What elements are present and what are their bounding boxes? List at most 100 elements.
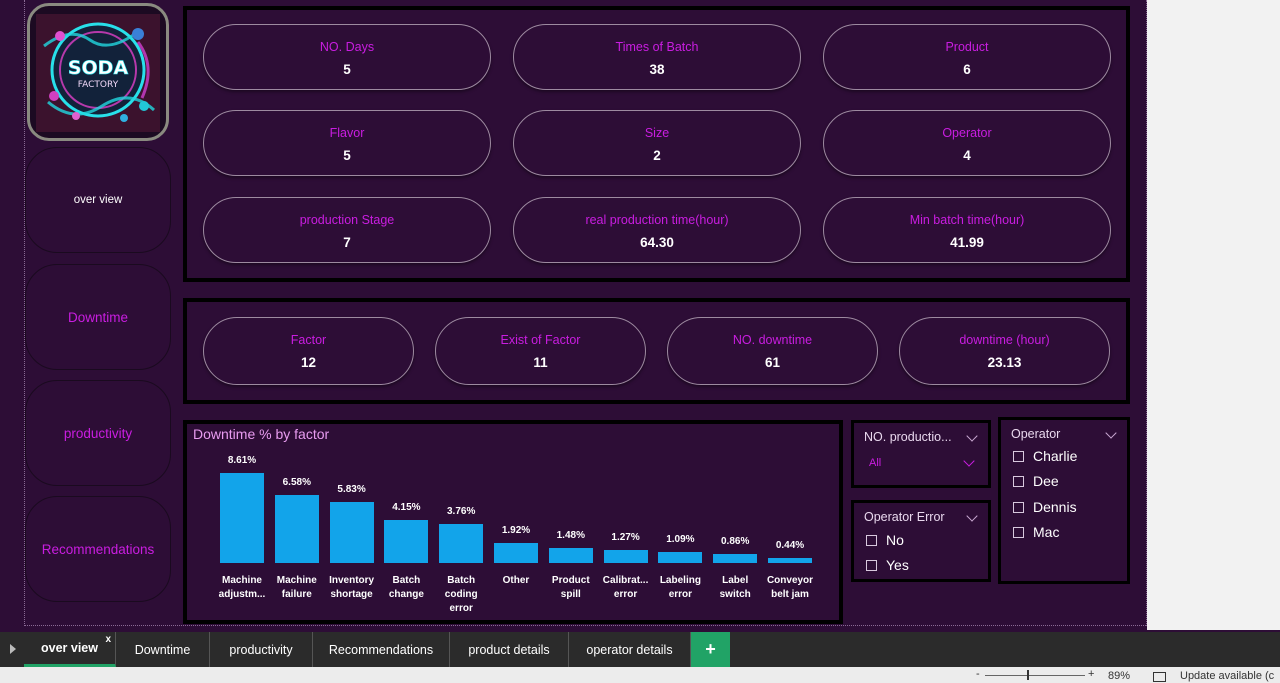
nav-productivity-button[interactable]: productivity (25, 380, 171, 486)
category-label: Batch change (378, 574, 434, 602)
tab-product-details[interactable]: product details (450, 632, 569, 667)
chevron-down-icon[interactable] (966, 510, 978, 522)
tab-downtime[interactable]: Downtime (116, 632, 210, 667)
kpi-value: 23.13 (987, 355, 1022, 370)
nav-downtime-button[interactable]: Downtime (25, 264, 171, 370)
tab-recommendations[interactable]: Recommendations (313, 632, 450, 667)
kpi-value: 5 (343, 148, 351, 163)
chart-plot-area: 8.61% Machine adjustm... 6.58% Machine failur… (187, 424, 839, 620)
chart-bar[interactable] (768, 558, 812, 563)
kpi-value: 12 (300, 355, 317, 370)
category-label: Calibrat... error (598, 574, 654, 602)
category-label-line: spill (560, 589, 581, 600)
category-label: Label switch (707, 574, 763, 602)
kpi-label: NO. downtime (732, 333, 813, 347)
category-label: Other (488, 574, 544, 588)
report-canvas: SODA FACTORY over view Downtime producti… (0, 0, 1280, 630)
checkbox[interactable] (866, 534, 877, 546)
downtime-by-factor-chart: Downtime % by factor 8.61% Machine adjustm… (183, 420, 843, 624)
play-icon[interactable] (10, 644, 16, 654)
kpi-value: 41.99 (950, 235, 984, 250)
chevron-down-icon[interactable] (963, 455, 975, 467)
chart-bar[interactable] (439, 523, 484, 563)
checkbox[interactable] (1013, 450, 1024, 462)
category-label: Machine adjustm... (214, 574, 270, 602)
nav-recommendations-button[interactable]: Recommendations (25, 496, 171, 602)
category-label: Batch coding error (433, 574, 489, 616)
category-label-line: Machine (221, 575, 262, 586)
data-label: 1.48% (556, 529, 585, 541)
category-label: Inventory shortage (324, 574, 380, 602)
category-label-line: coding (444, 589, 478, 600)
data-label: 5.83% (337, 484, 366, 496)
category-label-line: Conveyor (766, 575, 814, 586)
data-label: 0.44% (775, 540, 805, 552)
slicer-option-dee[interactable]: Dee (1013, 473, 1059, 489)
data-label: 1.27% (611, 531, 640, 543)
nav-overview-button[interactable]: over view (25, 147, 171, 253)
data-label: 8.61% (227, 455, 257, 467)
chart-bar[interactable] (713, 554, 758, 563)
slicer-production-selected[interactable]: All (869, 457, 881, 469)
kpi-label: NO. Days (319, 40, 375, 54)
category-label-line: Labeling (659, 575, 701, 586)
option-label: Dennis (1033, 499, 1077, 515)
close-icon[interactable]: x (105, 634, 111, 645)
tab-operator-details[interactable]: operator details (569, 632, 691, 667)
slicer-operator-error-title: Operator Error (864, 510, 945, 524)
update-notice[interactable]: Update available (c (1180, 670, 1274, 682)
chart-bar[interactable] (220, 473, 264, 563)
canvas-border-bottom (24, 625, 1146, 626)
chevron-down-icon[interactable] (966, 430, 978, 442)
kpi-label: downtime (hour) (959, 333, 1050, 347)
chart-bar[interactable] (384, 519, 429, 563)
tab-productivity[interactable]: productivity (210, 632, 313, 667)
category-label-line: change (388, 589, 424, 600)
category-label-line: Batch (447, 575, 476, 586)
tab-label: over view (41, 641, 98, 655)
checkbox[interactable] (1013, 475, 1024, 487)
data-label: 1.92% (501, 525, 531, 537)
category-label-line: Batch (392, 575, 421, 586)
checkbox[interactable] (866, 559, 877, 571)
plus-icon: + (705, 639, 716, 659)
chart-bar[interactable] (329, 502, 374, 563)
chart-bar[interactable] (494, 543, 538, 563)
kpi-value: 64.30 (640, 235, 674, 250)
checkbox[interactable] (1013, 501, 1024, 513)
logo-subtitle: FACTORY (78, 80, 119, 90)
chart-bar[interactable] (548, 547, 593, 563)
add-tab-button[interactable]: + (691, 632, 730, 667)
zoom-slider-handle[interactable] (1027, 670, 1029, 680)
kpi-label: Operator (942, 126, 992, 140)
chart-bar[interactable] (274, 494, 319, 563)
tab-over-view[interactable]: over view x (24, 632, 116, 667)
kpi-label: production Stage (299, 213, 395, 227)
checkbox[interactable] (1013, 526, 1024, 538)
slicer-option-yes[interactable]: Yes (866, 557, 909, 573)
chart-bar[interactable] (603, 549, 648, 563)
zoom-in-button[interactable]: + (1088, 668, 1094, 680)
option-label: Dee (1033, 473, 1059, 489)
fit-page-icon[interactable] (1153, 672, 1166, 682)
slicer-option-no[interactable]: No (866, 532, 904, 548)
category-label-line: Other (502, 575, 530, 586)
category-label-line: switch (719, 589, 751, 600)
kpi-value: 7 (343, 235, 351, 250)
slicer-production[interactable]: NO. productio... All (851, 420, 991, 488)
zoom-out-button[interactable]: - (976, 668, 980, 680)
kpi-label: Min batch time(hour) (909, 213, 1025, 227)
data-label: 3.76% (447, 505, 476, 517)
kpi-card-product: Product 6 (823, 24, 1111, 90)
data-label: 1.09% (666, 533, 695, 545)
chart-bar[interactable] (658, 551, 703, 563)
zoom-slider-track[interactable] (985, 675, 1085, 676)
slicer-option-charlie[interactable]: Charlie (1013, 448, 1077, 464)
kpi-label: Times of Batch (615, 40, 699, 54)
slicer-option-mac[interactable]: Mac (1013, 524, 1059, 540)
category-label-line: belt jam (771, 589, 809, 600)
chevron-down-icon[interactable] (1105, 427, 1117, 439)
slicer-option-dennis[interactable]: Dennis (1013, 499, 1077, 515)
kpi-card-factor: Factor 12 (203, 317, 414, 385)
kpi-card-days: NO. Days 5 (203, 24, 491, 90)
